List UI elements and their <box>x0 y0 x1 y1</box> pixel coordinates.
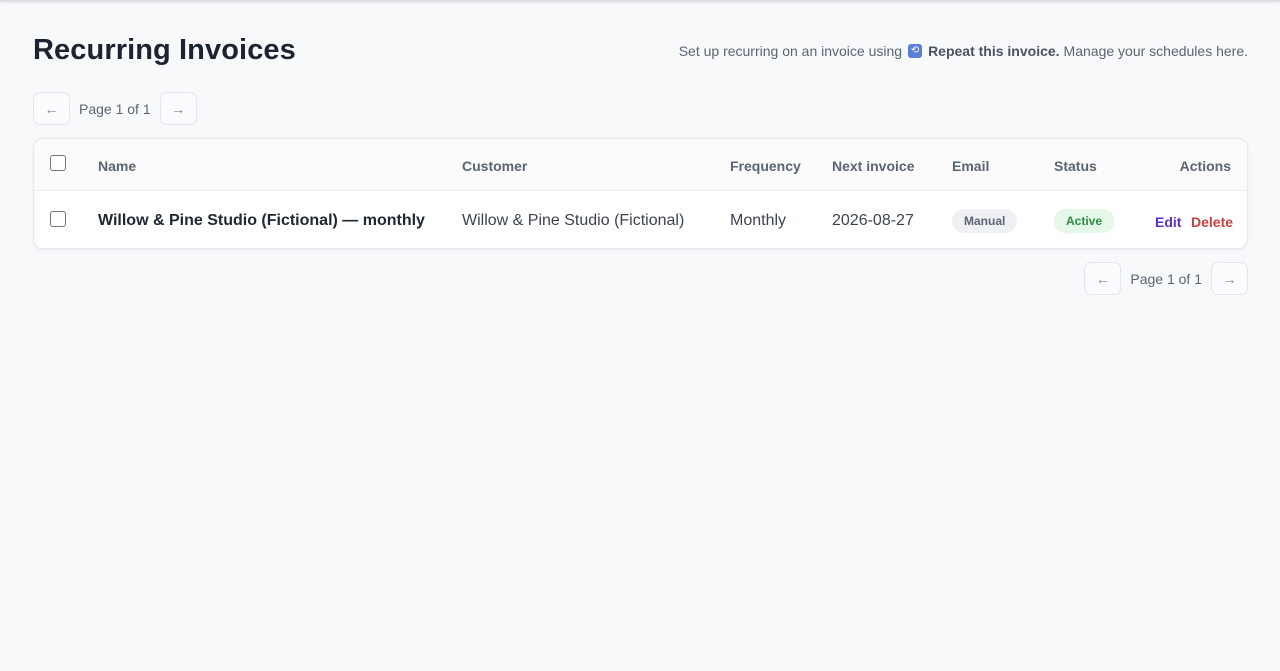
prev-page-button[interactable]: ← <box>33 92 70 125</box>
schedule-name[interactable]: Willow & Pine Studio (Fictional) — month… <box>98 212 425 230</box>
column-header-email[interactable]: Email <box>952 158 989 174</box>
page-hint: Set up recurring on an invoice using ⟲ R… <box>679 43 1248 59</box>
next-page-button[interactable]: → <box>159 92 197 125</box>
hint-action: Repeat this invoice. <box>928 43 1060 59</box>
column-header-next-invoice[interactable]: Next invoice <box>832 158 914 174</box>
status-badge: Active <box>1054 209 1115 233</box>
table-row: Willow & Pine Studio (Fictional) — month… <box>34 192 1247 249</box>
next-page-button[interactable]: → <box>1211 262 1248 295</box>
pager-bottom: ← Page 1 of 1 → <box>1084 262 1248 295</box>
top-border <box>0 0 1280 2</box>
email-badge: Manual <box>952 209 1018 233</box>
edit-button[interactable]: Edit <box>1155 214 1181 230</box>
page-indicator: Page 1 of 1 <box>79 100 151 117</box>
hint-prefix: Set up recurring on an invoice using <box>678 43 903 59</box>
recurring-invoices-table: Name Customer Frequency Next invoice Ema… <box>33 138 1248 249</box>
row-select-checkbox[interactable] <box>50 211 66 227</box>
table-header: Name Customer Frequency Next invoice Ema… <box>34 139 1247 191</box>
frequency-value: Monthly <box>730 212 787 229</box>
delete-button[interactable]: Delete <box>1191 214 1233 230</box>
page-header: Recurring Invoices Set up recurring on a… <box>33 34 1248 70</box>
page-title: Recurring Invoices <box>33 34 296 66</box>
customer-name: Willow & Pine Studio (Fictional) <box>462 212 685 229</box>
column-header-status[interactable]: Status <box>1054 158 1097 174</box>
column-header-name[interactable]: Name <box>98 158 136 174</box>
select-all-checkbox[interactable] <box>50 155 66 171</box>
column-header-actions: Actions <box>1179 158 1231 174</box>
column-header-frequency[interactable]: Frequency <box>730 158 801 174</box>
hint-suffix: Manage your schedules here. <box>1063 43 1248 59</box>
repeat-icon: ⟲ <box>908 44 923 58</box>
column-header-customer[interactable]: Customer <box>462 158 527 174</box>
prev-page-button[interactable]: ← <box>1084 262 1122 295</box>
next-invoice-date: 2026-08-27 <box>832 212 914 229</box>
pager-top: ← Page 1 of 1 → <box>33 92 197 125</box>
page-indicator: Page 1 of 1 <box>1130 270 1202 287</box>
